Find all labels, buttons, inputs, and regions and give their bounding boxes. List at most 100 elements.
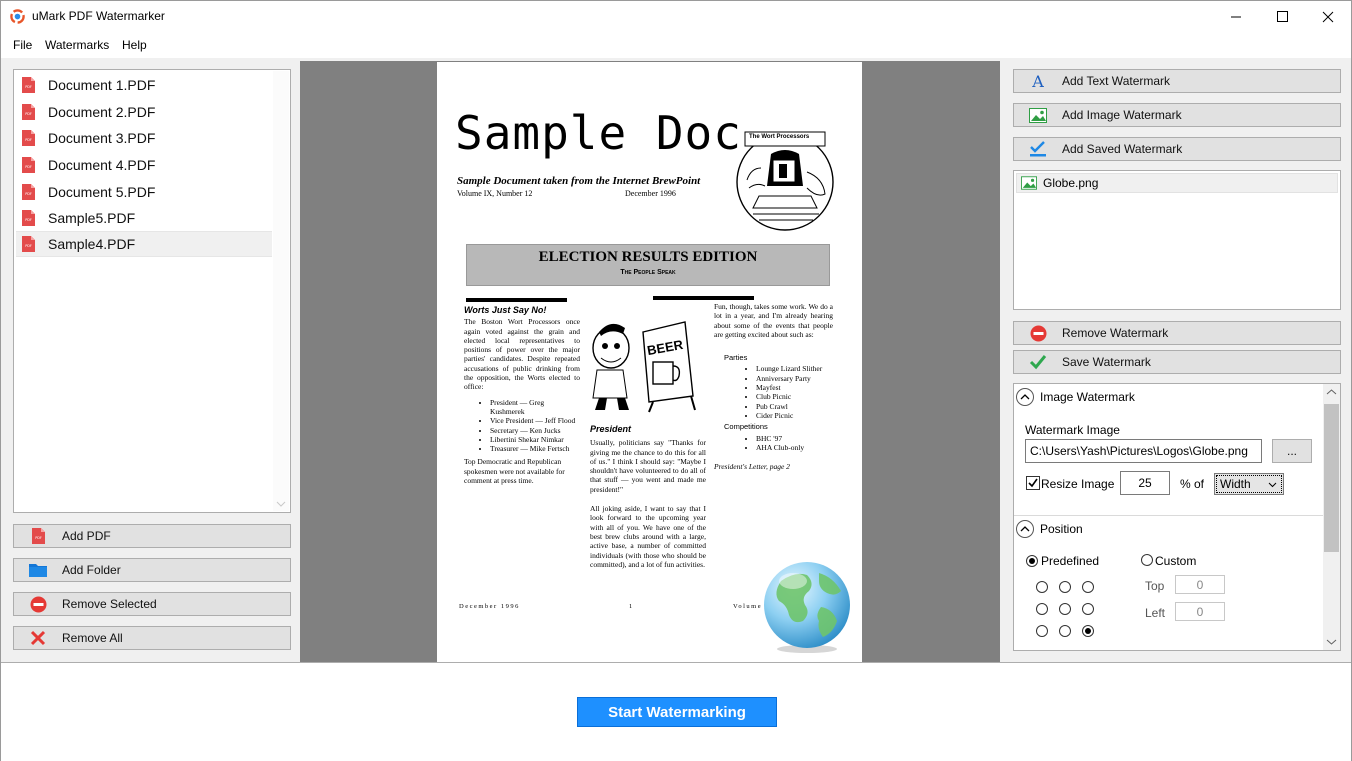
file-name: Sample5.PDF [48,210,136,226]
predefined-radio[interactable] [1026,555,1038,567]
left-label: Left [1145,606,1166,620]
dimension-select[interactable]: Width [1214,473,1284,495]
image-icon [1021,176,1037,190]
browse-button[interactable]: ... [1272,439,1312,463]
col2-paragraph-1: Usually, politicians say "Thanks for giv… [590,438,706,494]
watermark-panel: A Add Text Watermark Add Image Watermark… [1003,61,1351,661]
add-image-watermark-button[interactable]: Add Image Watermark [1013,103,1341,127]
svg-text:PDF: PDF [25,192,32,196]
doc-title: Sample Doc [455,106,742,160]
add-folder-button[interactable]: Add Folder [13,558,291,582]
add-saved-watermark-label: Add Saved Watermark [1062,142,1183,156]
position-middle-right-radio[interactable] [1082,603,1094,615]
file-name: Document 2.PDF [48,104,156,120]
parties-label: Parties [724,353,748,363]
resize-value-input[interactable]: 25 [1120,471,1170,495]
file-item[interactable]: PDF Document 5.PDF [16,179,272,205]
text-a-icon: A [1031,73,1044,89]
menu-bar: File Watermarks Help [1,32,1351,58]
resize-image-checkbox[interactable] [1026,476,1040,490]
resize-image-label: Resize Image [1041,477,1115,491]
maximize-icon [1276,11,1288,22]
watermark-list[interactable]: Globe.png [1013,170,1341,310]
position-header[interactable]: Position [1016,518,1083,540]
remove-selected-label: Remove Selected [62,597,157,611]
custom-radio[interactable] [1141,554,1153,566]
file-item[interactable]: PDF Document 1.PDF [16,72,272,98]
title-bar: uMark PDF Watermarker [1,1,1351,32]
file-list[interactable]: PDF Document 1.PDF PDF Document 2.PDF PD… [13,69,291,513]
position-bottom-left-radio[interactable] [1036,625,1048,637]
scrollbar-thumb[interactable] [1324,404,1339,552]
watermark-properties: Image Watermark Watermark Image C:\Users… [1013,383,1341,651]
file-item-selected[interactable]: PDF Sample4.PDF [16,231,272,257]
remove-watermark-label: Remove Watermark [1062,326,1169,340]
position-bottom-center-radio[interactable] [1059,625,1071,637]
maximize-button[interactable] [1259,1,1305,32]
save-watermark-label: Save Watermark [1062,355,1151,369]
col3-paragraph: Fun, though, takes some work. We do a lo… [714,302,833,339]
position-middle-center-radio[interactable] [1059,603,1071,615]
doc-column-1: Worts Just Say No! The Boston Wort Proce… [464,305,580,485]
position-top-left-radio[interactable] [1036,581,1048,593]
image-watermark-header[interactable]: Image Watermark [1016,386,1135,408]
svg-text:A: A [1031,73,1044,89]
top-offset-input[interactable]: 0 [1175,575,1225,594]
browse-label: ... [1286,444,1297,458]
file-item[interactable]: PDF Document 2.PDF [16,99,272,125]
menu-help[interactable]: Help [122,38,147,52]
checkmark-icon [1028,478,1038,488]
resize-value: 25 [1138,476,1152,490]
doc-date: December 1996 [625,189,676,198]
party-item: Cider Picnic [756,411,833,420]
properties-scrollbar[interactable] [1323,384,1340,650]
page-footer-left: December 1996 [459,603,520,610]
remove-all-button[interactable]: Remove All [13,626,291,650]
position-top-center-radio[interactable] [1059,581,1071,593]
menu-file[interactable]: File [13,38,32,52]
close-button[interactable] [1305,1,1351,32]
position-top-right-radio[interactable] [1082,581,1094,593]
col1-list: President — Greg Kushmerek Vice Presiden… [490,398,580,454]
doc-volume: Volume IX, Number 12 [457,189,533,198]
position-middle-left-radio[interactable] [1036,603,1048,615]
file-list-scrollbar[interactable] [273,71,289,511]
remove-selected-button[interactable]: Remove Selected [13,592,291,616]
pdf-file-icon: PDF [22,210,35,226]
dimension-value: Width [1220,477,1251,491]
file-item[interactable]: PDF Document 4.PDF [16,152,272,178]
chevron-down-icon [1268,482,1277,488]
left-offset-input[interactable]: 0 [1175,602,1225,621]
start-watermarking-button[interactable]: Start Watermarking [577,697,777,727]
add-text-watermark-button[interactable]: A Add Text Watermark [1013,69,1341,93]
minimize-button[interactable] [1213,1,1259,32]
competitions-label: Competitions [724,422,768,432]
chevron-up-icon [1020,394,1030,400]
top-offset-value: 0 [1196,577,1204,592]
file-name: Sample4.PDF [48,236,136,252]
watermark-image-path-input[interactable]: C:\Users\Yash\Pictures\Logos\Globe.png [1025,439,1262,463]
collapse-button[interactable] [1016,520,1034,538]
remove-watermark-button[interactable]: Remove Watermark [1013,321,1341,345]
position-bottom-right-radio[interactable] [1082,625,1094,637]
watermark-image-label: Watermark Image [1025,423,1120,437]
doc-column-3: Fun, though, takes some work. We do a lo… [714,302,833,471]
remove-circle-icon [30,596,46,612]
add-pdf-button[interactable]: PDF Add PDF [13,524,291,548]
file-item[interactable]: PDF Document 3.PDF [16,125,272,151]
col1-list-item: Libertini Shekar Nimkar [490,435,580,444]
folder-icon [29,564,47,577]
column-rule [653,296,754,300]
predefined-label: Predefined [1041,554,1100,568]
add-image-watermark-label: Add Image Watermark [1062,108,1182,122]
collapse-button[interactable] [1016,388,1034,406]
menu-watermarks[interactable]: Watermarks [45,38,109,52]
banner-subtitle: The People Speak [620,269,676,276]
add-saved-watermark-button[interactable]: Add Saved Watermark [1013,137,1341,161]
file-item[interactable]: PDF Sample5.PDF [16,205,272,231]
custom-label: Custom [1155,554,1197,568]
beer-cartoon [592,321,696,413]
save-watermark-button[interactable]: Save Watermark [1013,350,1341,374]
percent-of-label: % of [1180,477,1205,491]
watermark-item[interactable]: Globe.png [1016,173,1338,193]
